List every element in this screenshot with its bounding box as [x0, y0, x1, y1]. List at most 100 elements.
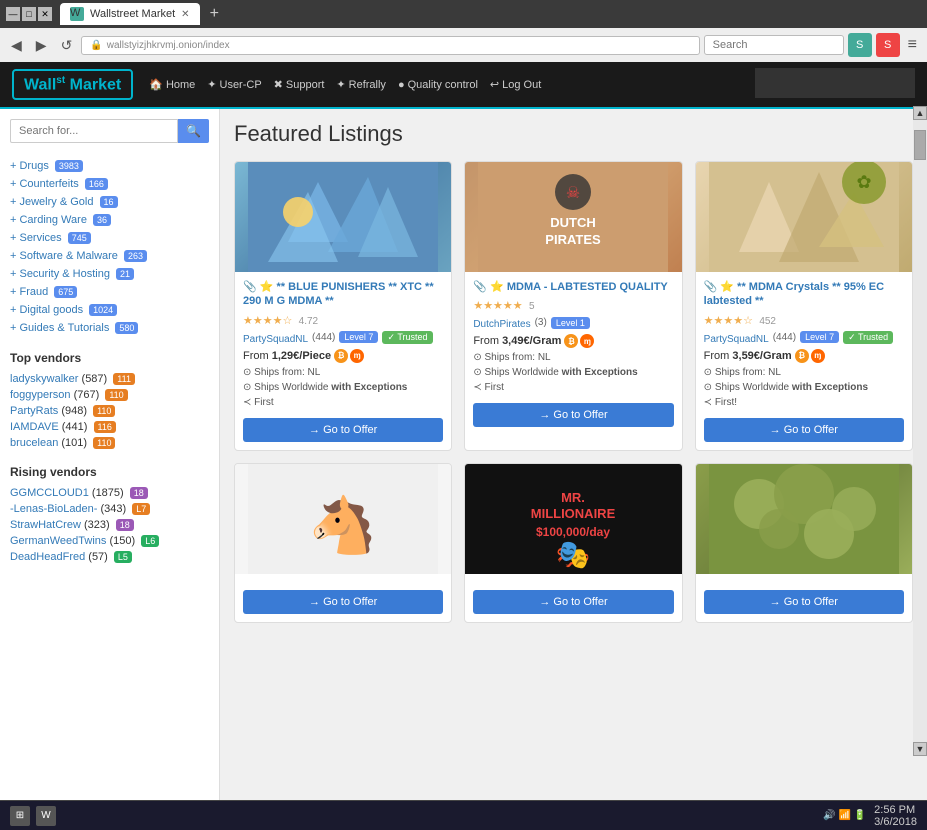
dutch-pirates-svg: DUTCH PIRATES ☠ [478, 162, 668, 272]
listing-title-1[interactable]: 📎 ⭐ ** BLUE PUNISHERS ** XTC ** 290 M G … [243, 280, 443, 309]
scroll-track[interactable] [913, 120, 927, 742]
category-drugs-link[interactable]: + Drugs 3983 [10, 160, 83, 172]
browser-search-input[interactable] [704, 35, 844, 55]
sidebar-search-input[interactable] [10, 119, 178, 143]
nav-refrally[interactable]: ✦ Refrally [336, 78, 386, 91]
listing-card-6: → Go to Offer [695, 463, 913, 623]
category-item: + Security & Hosting 21 [10, 265, 209, 283]
go-to-offer-button-4[interactable]: → Go to Offer [243, 590, 443, 614]
category-fraud-link[interactable]: + Fraud 675 [10, 286, 77, 298]
taskbar-start-icon[interactable]: ⊞ [10, 806, 30, 826]
listing-image-3: ✿ [696, 162, 912, 272]
vendor-iamdave-link[interactable]: IAMDAVE [10, 421, 59, 433]
ships-from-1: ⊙ Ships from: NL [243, 365, 443, 380]
scrollbar[interactable]: ▲ ▼ [913, 106, 927, 756]
scroll-thumb[interactable] [914, 130, 926, 160]
category-item: + Counterfeits 166 [10, 175, 209, 193]
nav-quality-control[interactable]: ● Quality control [398, 79, 478, 91]
listing-body-6: → Go to Offer [696, 574, 912, 622]
category-guides-link[interactable]: + Guides & Tutorials 580 [10, 322, 138, 334]
url-bar[interactable]: 🔒 wallstyizjhkrvmj.onion/index [81, 36, 699, 55]
category-software-link[interactable]: + Software & Malware 263 [10, 250, 147, 262]
taskbar-datetime: 2:56 PM 3/6/2018 [874, 804, 917, 828]
listing-rating-2: ★★★★★ 5 [473, 298, 673, 312]
listing-image-5: MR. MILLIONAIRE $100,000/day 🎭 [465, 464, 681, 574]
forward-button[interactable]: ▶ [31, 35, 52, 56]
btc-icon-2: ₿ [564, 334, 578, 348]
vendor-level: 116 [94, 421, 116, 433]
vendor-lenas-link[interactable]: -Lenas-BioLaden- [10, 503, 97, 515]
category-security-link[interactable]: + Security & Hosting 21 [10, 268, 134, 280]
listing-price-1: From 1,29€/Piece ₿ ɱ [243, 349, 443, 363]
browser-tab[interactable]: W Wallstreet Market ✕ [60, 3, 200, 25]
browser-controls: ◀ ▶ ↺ 🔒 wallstyizjhkrvmj.onion/index S S… [0, 28, 927, 62]
security-badge: 21 [116, 268, 134, 280]
category-item: + Software & Malware 263 [10, 247, 209, 265]
vendor-foggyperson-link[interactable]: foggyperson [10, 389, 71, 401]
vendor-strawhatcrew-link[interactable]: StrawHatCrew [10, 519, 81, 531]
btc-icon-3: ₿ [795, 349, 809, 363]
weed-svg [709, 464, 899, 574]
vendor-germanweedtwins-link[interactable]: GermanWeedTwins [10, 535, 106, 547]
home-icon: 🏠 [149, 78, 163, 91]
go-to-offer-button-5[interactable]: → Go to Offer [473, 590, 673, 614]
fraud-badge: 675 [54, 286, 77, 298]
nav-home[interactable]: 🏠 Home [149, 78, 195, 91]
category-services-link[interactable]: + Services 745 [10, 232, 91, 244]
tab-close-icon[interactable]: ✕ [181, 9, 189, 20]
vendor-deadheadfred-link[interactable]: DeadHeadFred [10, 551, 85, 563]
vendor-ladyskywalker-link[interactable]: ladyskywalker [10, 373, 78, 385]
go-to-offer-button-1[interactable]: → Go to Offer [243, 418, 443, 442]
minimize-button[interactable]: — [6, 7, 20, 21]
vendor-level: 18 [116, 519, 134, 531]
listing-info-2: ⊙ Ships from: NL ⊙ Ships Worldwide with … [473, 350, 673, 395]
browser-ext-1[interactable]: S [848, 33, 872, 57]
seller-link-2[interactable]: DutchPirates [473, 319, 530, 330]
browser-ext-2[interactable]: S [876, 33, 900, 57]
back-button[interactable]: ◀ [6, 35, 27, 56]
vendor-brucelean-link[interactable]: brucelean [10, 437, 58, 449]
nav-logout[interactable]: ↩ Log Out [490, 78, 541, 91]
vendor-item: GermanWeedTwins (150) L6 [10, 533, 209, 549]
refresh-button[interactable]: ↺ [56, 35, 78, 56]
category-carding-link[interactable]: + Carding Ware 36 [10, 214, 111, 226]
seller-link-3[interactable]: PartySquadNL [704, 334, 769, 345]
go-to-offer-button-3[interactable]: → Go to Offer [704, 418, 904, 442]
vendor-level: L7 [132, 503, 150, 515]
scroll-down-button[interactable]: ▼ [913, 742, 927, 756]
top-vendors-title: Top vendors [10, 351, 209, 365]
first-1: ≺ First [243, 395, 443, 410]
crystals-svg [248, 162, 438, 272]
taskbar-browser-icon[interactable]: W [36, 806, 56, 826]
ships-from-3: ⊙ Ships from: NL [704, 365, 904, 380]
taskbar-left: ⊞ W [10, 806, 56, 826]
scroll-up-button[interactable]: ▲ [913, 106, 927, 120]
rising-vendor-list: GGMCCLOUD1 (1875) 18 -Lenas-BioLaden- (3… [10, 485, 209, 565]
go-to-offer-button-2[interactable]: → Go to Offer [473, 403, 673, 427]
vendor-level: 110 [93, 405, 115, 417]
software-badge: 263 [124, 250, 147, 262]
nav-user-cp[interactable]: ✦ User-CP [207, 78, 261, 91]
seller-link-1[interactable]: PartySquadNL [243, 334, 308, 345]
listing-title-2[interactable]: 📎 ⭐ MDMA - LABTESTED QUALITY [473, 280, 673, 294]
rising-vendors-section: Rising vendors GGMCCLOUD1 (1875) 18 -Len… [10, 465, 209, 565]
category-digital-link[interactable]: + Digital goods 1024 [10, 304, 117, 316]
vendor-partyrats-link[interactable]: PartyRats [10, 405, 58, 417]
listing-title-3[interactable]: 📎 ⭐ ** MDMA Crystals ** 95% EC labtested… [704, 280, 904, 309]
new-tab-button[interactable]: + [204, 5, 225, 23]
category-jewelry-link[interactable]: + Jewelry & Gold 16 [10, 196, 118, 208]
services-badge: 745 [68, 232, 91, 244]
maximize-button[interactable]: □ [22, 7, 36, 21]
listing-image-6 [696, 464, 912, 574]
nav-support[interactable]: ✖ Support [274, 78, 325, 91]
sidebar-search-button[interactable]: 🔍 [178, 119, 209, 143]
donkey-svg: 🐴 [248, 464, 438, 574]
go-to-offer-button-6[interactable]: → Go to Offer [704, 590, 904, 614]
vendor-ggmccloud-link[interactable]: GGMCCLOUD1 [10, 487, 89, 499]
vendor-item: DeadHeadFred (57) L5 [10, 549, 209, 565]
close-button[interactable]: ✕ [38, 7, 52, 21]
category-counterfeits-link[interactable]: + Counterfeits 166 [10, 178, 108, 190]
support-icon: ✖ [274, 78, 283, 91]
search-bar: 🔍 [10, 119, 209, 143]
browser-menu-button[interactable]: ≡ [904, 36, 921, 54]
